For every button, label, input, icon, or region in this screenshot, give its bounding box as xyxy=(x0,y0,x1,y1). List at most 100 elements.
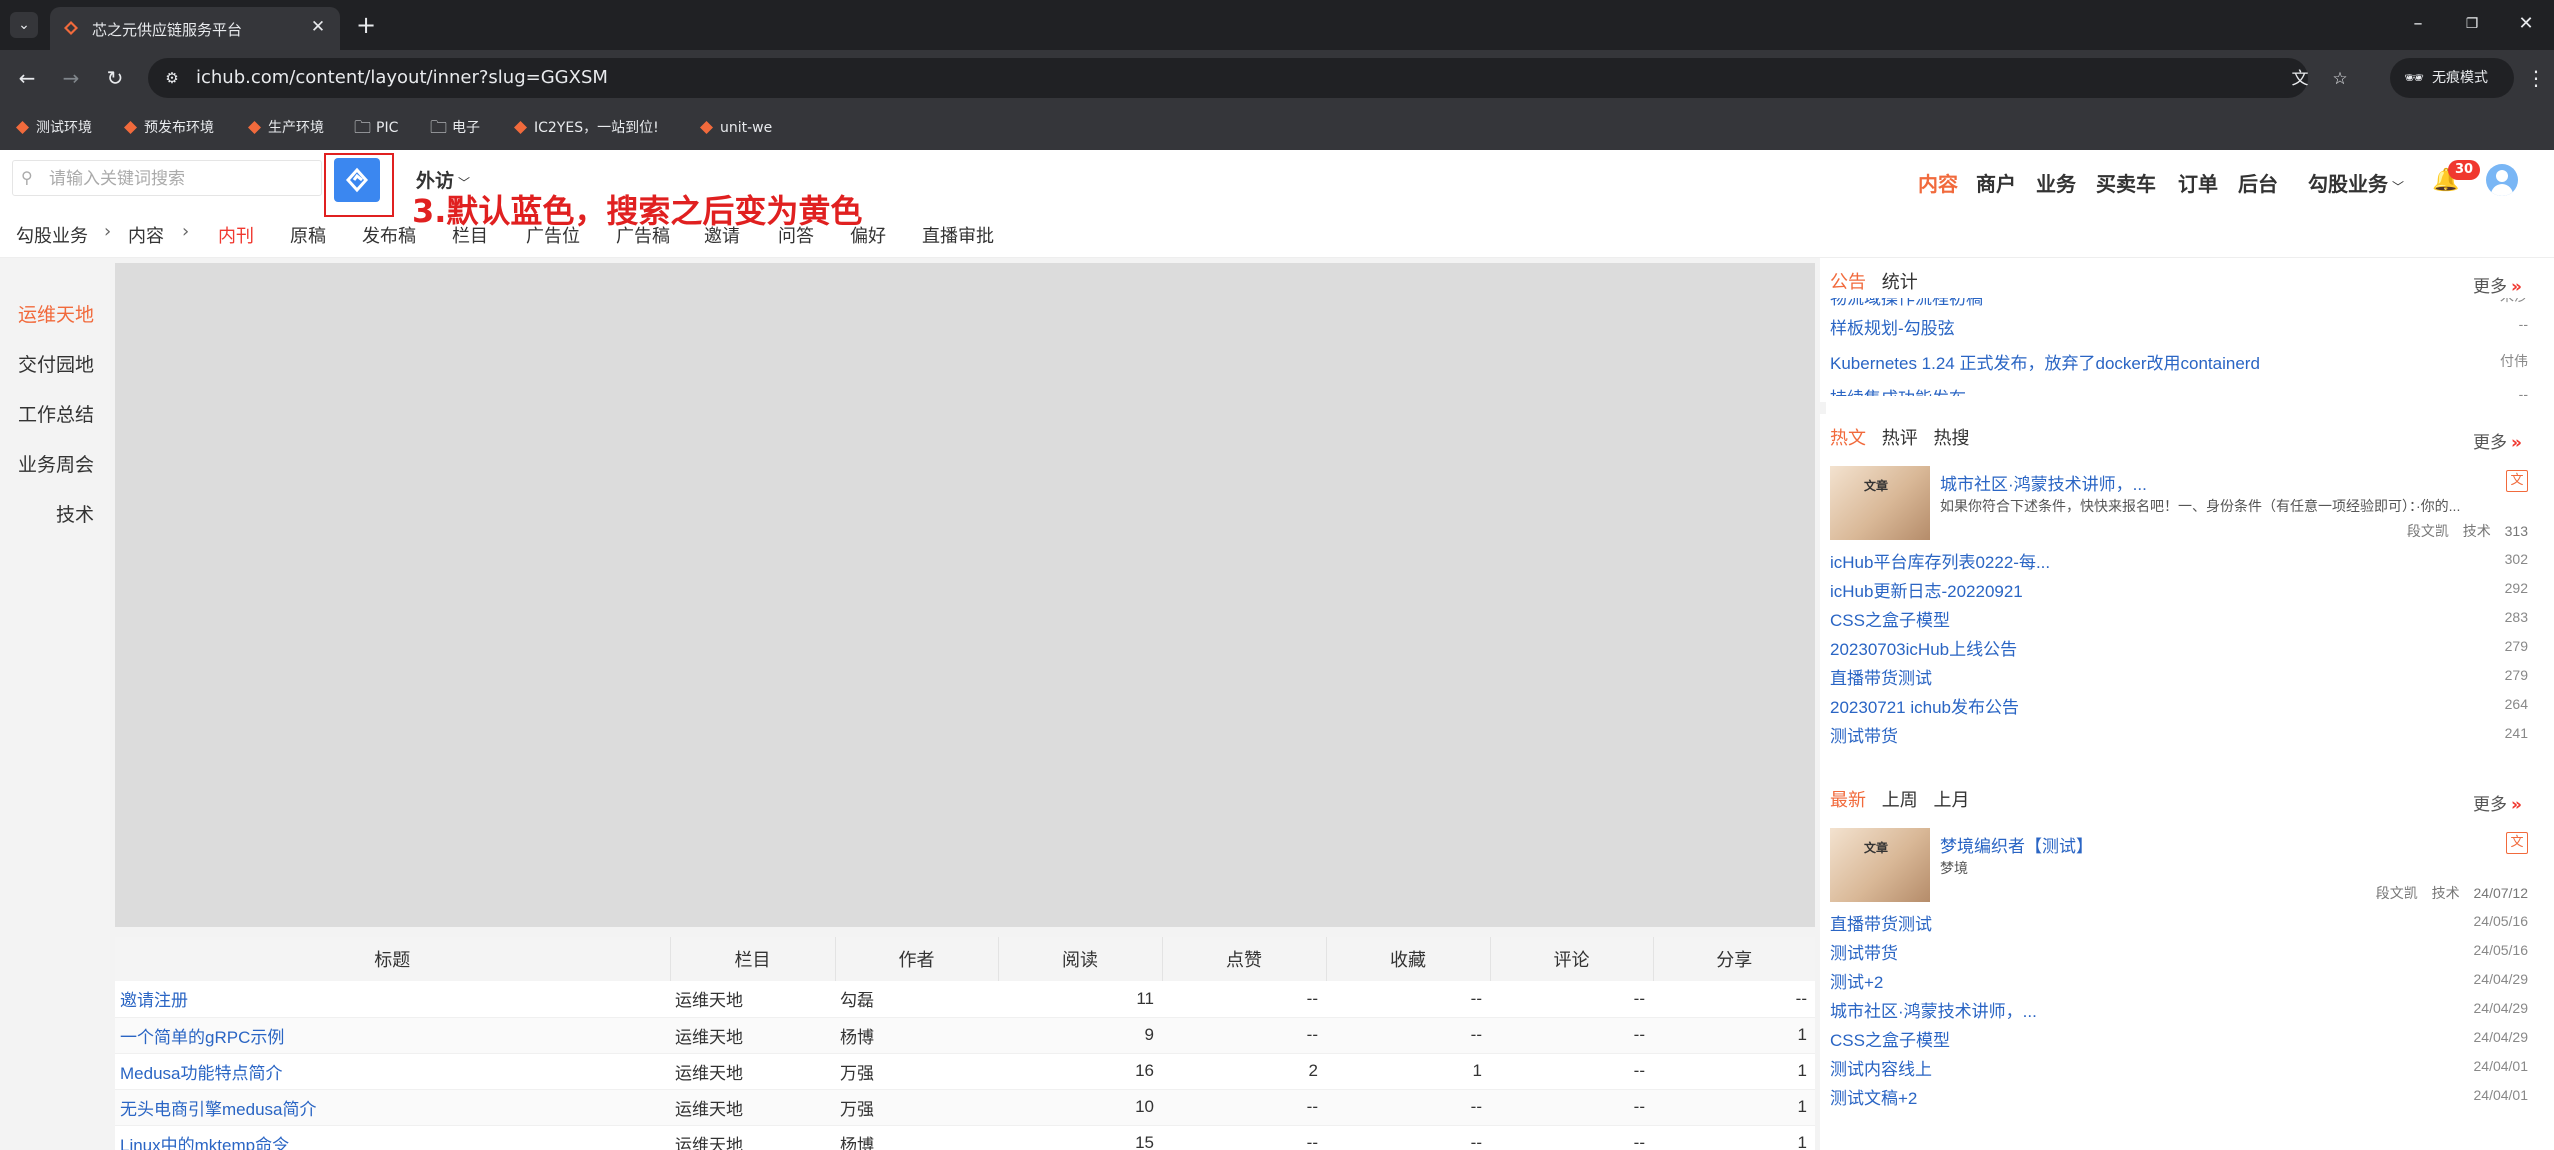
newest-item[interactable]: 城市社区·鸿蒙技术讲师，... xyxy=(1830,997,2037,1022)
search-button[interactable] xyxy=(334,158,380,202)
sidebar-item-weekly[interactable]: 业务周会 xyxy=(12,450,94,477)
tab-wenda[interactable]: 问答 xyxy=(778,222,814,248)
hot-item[interactable]: icHub更新日志-20220921 xyxy=(1830,577,2023,602)
cell-title[interactable]: Linux中的mktemp命令 xyxy=(115,1125,670,1150)
sidebar-item-summary[interactable]: 工作总结 xyxy=(12,400,94,427)
cell-title[interactable]: Medusa功能特点简介 xyxy=(115,1053,670,1090)
tab-newest[interactable]: 最新 xyxy=(1830,786,1866,812)
hot-item[interactable]: 20230703icHub上线公告 xyxy=(1830,635,2017,660)
tab-yuangao[interactable]: 原稿 xyxy=(290,222,326,248)
col-header-column[interactable]: 栏目 xyxy=(670,937,836,981)
notice-item[interactable]: 物流域操作流程初稿 xyxy=(1830,298,1983,309)
col-header-favorites[interactable]: 收藏 xyxy=(1326,937,1491,981)
omnibox[interactable]: ⚙ ichub.com/content/layout/inner?slug=GG… xyxy=(148,58,2348,98)
browser-tab[interactable]: 芯之元供应链服务平台 ✕ xyxy=(50,7,340,50)
new-tab-icon[interactable]: + xyxy=(352,12,380,38)
back-arrow-icon[interactable]: ← xyxy=(12,63,42,93)
incognito-indicator[interactable]: 🕶 无痕模式 xyxy=(2390,58,2514,98)
breadcrumb-gougu[interactable]: 勾股业务 xyxy=(16,222,88,248)
bookmark-folder-pic[interactable]: 🗀 PIC xyxy=(354,116,398,140)
tab-last-week[interactable]: 上周 xyxy=(1882,786,1918,812)
tab-guanggaowei[interactable]: 广告位 xyxy=(526,222,580,248)
sidebar-item-yunwei[interactable]: 运维天地 xyxy=(12,300,94,327)
newest-item[interactable]: 直播带货测试 xyxy=(1830,910,1932,935)
notice-item[interactable]: 持续集成功能发布 xyxy=(1830,384,1966,396)
bookmark-prerelease-env[interactable]: 预发布环境 xyxy=(122,116,214,140)
notice-item[interactable]: Kubernetes 1.24 正式发布，放弃了docker改用containe… xyxy=(1830,349,2260,374)
tab-stats[interactable]: 统计 xyxy=(1882,268,1918,294)
restore-icon[interactable]: ❐ xyxy=(2452,10,2492,38)
article-thumbnail[interactable]: 文章 xyxy=(1830,828,1930,902)
nav-trade-cart[interactable]: 买卖车 xyxy=(2096,168,2156,197)
tab-search-icon[interactable]: ⌄ xyxy=(10,12,38,38)
table-row[interactable]: Medusa功能特点简介 运维天地 万强 16 2 1 -- 1 xyxy=(115,1053,1815,1090)
tab-pianhao[interactable]: 偏好 xyxy=(850,222,886,248)
forward-arrow-icon[interactable]: → xyxy=(56,63,86,93)
close-window-icon[interactable]: ✕ xyxy=(2506,10,2546,38)
col-header-title[interactable]: 标题 xyxy=(115,937,671,981)
bookmark-folder-electronics[interactable]: 🗀 电子 xyxy=(430,116,480,140)
article-thumbnail[interactable]: 文章 xyxy=(1830,466,1930,540)
nav-admin[interactable]: 后台 xyxy=(2238,168,2278,197)
reload-icon[interactable]: ↻ xyxy=(100,63,130,93)
tab-lanmu[interactable]: 栏目 xyxy=(452,222,488,248)
newest-item[interactable]: CSS之盒子模型 xyxy=(1830,1026,1950,1051)
tab-last-month[interactable]: 上月 xyxy=(1933,786,1969,812)
bookmark-unit-we[interactable]: unit-we xyxy=(698,116,772,140)
col-header-reads[interactable]: 阅读 xyxy=(998,937,1163,981)
nav-content[interactable]: 内容 xyxy=(1918,168,1958,197)
close-tab-icon[interactable]: ✕ xyxy=(306,15,330,39)
tab-zhibo-approval[interactable]: 直播审批 xyxy=(922,222,994,248)
tab-hot-comments[interactable]: 热评 xyxy=(1882,424,1918,450)
url-text[interactable]: ichub.com/content/layout/inner?slug=GGXS… xyxy=(196,67,608,88)
notice-more-link[interactable]: 更多» xyxy=(2473,272,2522,297)
featured-title[interactable]: 梦境编织者【测试】 xyxy=(1940,832,2093,857)
sidebar-item-tech[interactable]: 技术 xyxy=(12,500,94,527)
nav-gougu-business[interactable]: 勾股业务 ﹀ xyxy=(2308,168,2404,197)
tab-notice[interactable]: 公告 xyxy=(1830,268,1866,294)
breadcrumb-content[interactable]: 内容 xyxy=(128,222,164,248)
col-header-likes[interactable]: 点赞 xyxy=(1162,937,1327,981)
nav-business[interactable]: 业务 xyxy=(2036,168,2076,197)
notice-scroll-list[interactable]: 物流域操作流程初稿 宋沙 样板规划-勾股弦 -- Kubernetes 1.24… xyxy=(1820,298,2542,396)
hot-item[interactable]: icHub平台库存列表0222-每... xyxy=(1830,548,2050,573)
cell-title[interactable]: 邀请注册 xyxy=(115,981,670,1018)
tab-neikan[interactable]: 内刊 xyxy=(218,222,254,248)
notice-item[interactable]: 样板规划-勾股弦 xyxy=(1830,314,1955,339)
translate-icon[interactable]: 文 xyxy=(2288,67,2312,91)
minimize-icon[interactable]: – xyxy=(2398,10,2438,38)
bookmark-ic2yes[interactable]: IC2YES，一站到位! xyxy=(512,116,659,140)
newest-item[interactable]: 测试文稿+2 xyxy=(1830,1084,1917,1109)
hot-more-link[interactable]: 更多» xyxy=(2473,428,2522,453)
sidebar-item-jiaofu[interactable]: 交付园地 xyxy=(12,350,94,377)
tab-hot-articles[interactable]: 热文 xyxy=(1830,424,1866,450)
table-row[interactable]: 一个简单的gRPC示例 运维天地 杨博 9 -- -- -- 1 xyxy=(115,1017,1815,1054)
cell-title[interactable]: 一个简单的gRPC示例 xyxy=(115,1017,670,1054)
newest-item[interactable]: 测试+2 xyxy=(1830,968,1883,993)
col-header-comments[interactable]: 评论 xyxy=(1490,937,1654,981)
hot-item[interactable]: CSS之盒子模型 xyxy=(1830,606,1950,631)
newest-more-link[interactable]: 更多» xyxy=(2473,790,2522,815)
hot-item[interactable]: 直播带货测试 xyxy=(1830,664,1932,689)
tab-hot-searches[interactable]: 热搜 xyxy=(1933,424,1969,450)
tab-yaoqing[interactable]: 邀请 xyxy=(704,222,740,248)
bookmark-prod-env[interactable]: 生产环境 xyxy=(246,116,324,140)
search-input[interactable] xyxy=(49,167,314,191)
newest-item[interactable]: 测试带货 xyxy=(1830,939,1898,964)
col-header-author[interactable]: 作者 xyxy=(835,937,999,981)
site-info-icon[interactable]: ⚙ xyxy=(162,68,182,88)
tab-fabugao[interactable]: 发布稿 xyxy=(362,222,416,248)
nav-merchant[interactable]: 商户 xyxy=(1976,168,2016,197)
hot-item[interactable]: 测试带货 xyxy=(1830,722,1898,747)
nav-orders[interactable]: 订单 xyxy=(2178,168,2218,197)
table-row[interactable]: 无头电商引擎medusa简介 运维天地 万强 10 -- -- -- 1 xyxy=(115,1089,1815,1126)
cell-title[interactable]: 无头电商引擎medusa简介 xyxy=(115,1089,670,1126)
browser-menu-icon[interactable]: ⋮ xyxy=(2524,63,2548,93)
table-row[interactable]: Linux中的mktemp命令 运维天地 杨博 15 -- -- -- 1 xyxy=(115,1125,1815,1150)
avatar[interactable] xyxy=(2486,164,2518,196)
featured-title[interactable]: 城市社区·鸿蒙技术讲师，... xyxy=(1940,470,2147,495)
bookmark-star-icon[interactable]: ☆ xyxy=(2328,67,2352,91)
hot-item[interactable]: 20230721 ichub发布公告 xyxy=(1830,693,2019,718)
tab-guanggaogao[interactable]: 广告稿 xyxy=(616,222,670,248)
bookmark-test-env[interactable]: 测试环境 xyxy=(14,116,92,140)
